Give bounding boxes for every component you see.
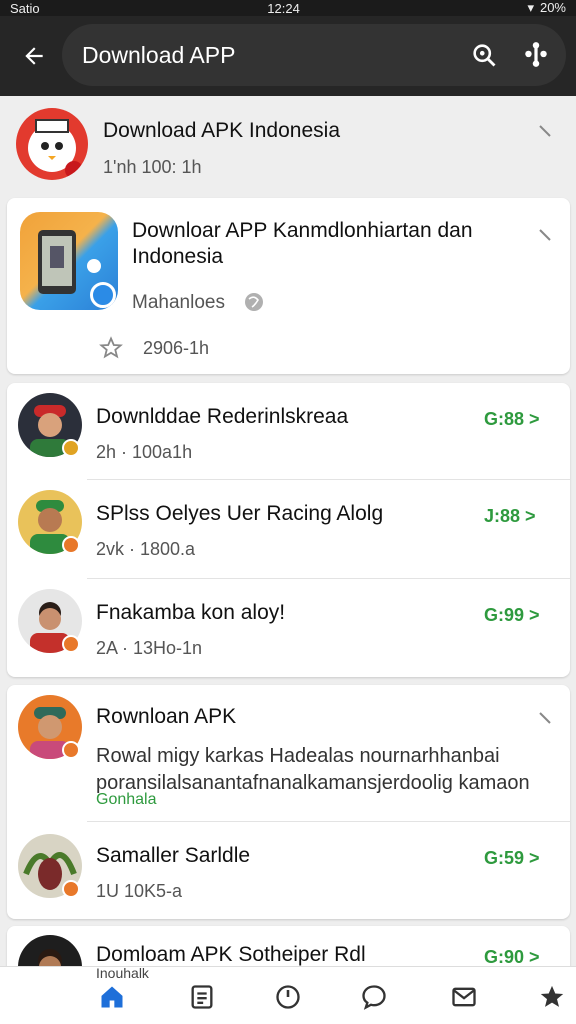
nav-favorites[interactable] bbox=[536, 981, 568, 1013]
app-thumbnail bbox=[20, 212, 118, 310]
item-title: Rownloan APK bbox=[96, 705, 237, 728]
item-meta: 2vk · 1800.a bbox=[96, 539, 196, 559]
status-badge bbox=[62, 741, 80, 759]
list-card: Downlddae Rederinlskreaa 2h · 100a1h G:8… bbox=[7, 383, 570, 677]
avatar bbox=[18, 935, 82, 966]
clock-icon bbox=[276, 985, 300, 1009]
chevron-icon[interactable] bbox=[538, 711, 552, 725]
item-meta: 2h · 100a1h bbox=[96, 442, 193, 462]
item-title: Downlddae Rederinlskreaa bbox=[96, 405, 349, 428]
home-icon bbox=[101, 986, 123, 1008]
nav-caption: Inouhalk bbox=[96, 965, 149, 981]
item-link[interactable]: Gonhala bbox=[96, 791, 157, 809]
featured-card[interactable]: Downloar APP Kanmdlonhiartan dan Indones… bbox=[7, 198, 570, 374]
bottom-nav: Inouhalk bbox=[0, 965, 576, 1024]
app-bar: Download APP bbox=[0, 16, 576, 96]
mail-icon bbox=[452, 987, 476, 1007]
card-meta: 2906-1h bbox=[143, 338, 210, 358]
chat-icon bbox=[362, 985, 386, 1010]
feed: Download APK Indonesia 1'nh 100: 1h Down… bbox=[0, 96, 576, 966]
item-title: Download APK Indonesia bbox=[103, 119, 340, 142]
star-outline-icon[interactable] bbox=[99, 336, 123, 360]
list-item[interactable]: SPlss Oelyes Uer Racing Alolg 2vk · 1800… bbox=[7, 480, 570, 578]
item-meta: 1U 10K5-a bbox=[96, 881, 183, 901]
nav-feed[interactable] bbox=[186, 981, 218, 1013]
carrier: Satio bbox=[10, 0, 40, 16]
battery: 20% bbox=[539, 0, 566, 15]
search-button[interactable] bbox=[462, 33, 506, 77]
globe-icon bbox=[245, 293, 263, 311]
list-item[interactable]: Downlddae Rederinlskreaa 2h · 100a1h G:8… bbox=[7, 383, 570, 479]
chevron-icon[interactable] bbox=[538, 124, 552, 138]
more-icon bbox=[525, 42, 547, 67]
list-card: Domloam APK Sotheiper Rdl G:90 > bbox=[7, 926, 570, 966]
list-card: Rownloan APK Rowal migy karkas Hadealas … bbox=[7, 685, 570, 919]
feed-icon bbox=[191, 985, 213, 1009]
count-link[interactable]: G:59 > bbox=[484, 848, 540, 869]
back-arrow-icon bbox=[25, 47, 43, 65]
list-item-header[interactable]: Download APK Indonesia 1'nh 100: 1h bbox=[0, 96, 576, 196]
nav-mail[interactable] bbox=[448, 981, 480, 1013]
list-item[interactable]: Domloam APK Sotheiper Rdl G:90 > bbox=[7, 926, 570, 966]
item-meta: 2A · 13Ho-1n bbox=[96, 638, 203, 658]
search-bar[interactable]: Download APP bbox=[62, 24, 566, 86]
nav-home[interactable] bbox=[96, 981, 128, 1013]
search-icon bbox=[473, 44, 496, 67]
verified-badge bbox=[90, 282, 116, 308]
status-badge bbox=[62, 536, 80, 554]
status-badge bbox=[62, 439, 80, 457]
status-bar: Satio 12:24 ▾ 20% bbox=[0, 0, 576, 16]
card-source: Mahanloes bbox=[132, 292, 225, 313]
item-body: Rowal migy karkas Hadealas nournarhhanba… bbox=[96, 745, 530, 794]
item-title: Samaller Sarldle bbox=[96, 844, 251, 867]
page-title: Download APP bbox=[82, 41, 236, 68]
list-item[interactable]: Samaller Sarldle 1U 10K5-a G:59 > bbox=[7, 822, 570, 919]
list-item[interactable]: Fnakamba kon aloy! 2A · 13Ho-1n G:99 > bbox=[7, 579, 570, 677]
app-logo bbox=[16, 108, 88, 180]
status-badge bbox=[62, 880, 80, 898]
item-meta: 1'nh 100: 1h bbox=[103, 157, 202, 177]
status-badge bbox=[62, 635, 80, 653]
item-title: Domloam APK Sotheiper Rdl bbox=[96, 943, 366, 966]
count-link[interactable]: G:99 > bbox=[484, 605, 540, 626]
chevron-icon[interactable] bbox=[538, 228, 552, 242]
star-icon bbox=[540, 985, 564, 1007]
item-title: Fnakamba kon aloy! bbox=[96, 601, 286, 624]
count-link[interactable]: J:88 > bbox=[484, 506, 536, 527]
nav-chat[interactable] bbox=[358, 981, 390, 1013]
count-link[interactable]: G:90 > bbox=[484, 947, 540, 966]
clock: 12:24 bbox=[267, 0, 300, 16]
nav-history[interactable] bbox=[272, 981, 304, 1013]
more-button[interactable] bbox=[514, 33, 558, 77]
back-button[interactable] bbox=[8, 30, 60, 82]
item-title: SPlss Oelyes Uer Racing Alolg bbox=[96, 502, 384, 525]
list-item[interactable]: Rownloan APK Rowal migy karkas Hadealas … bbox=[7, 685, 570, 821]
count-link[interactable]: G:88 > bbox=[484, 409, 540, 430]
card-title: Downloar APP Kanmdlonhiartan dan Indones… bbox=[132, 219, 473, 268]
signal-icon: ▾ bbox=[527, 0, 534, 15]
